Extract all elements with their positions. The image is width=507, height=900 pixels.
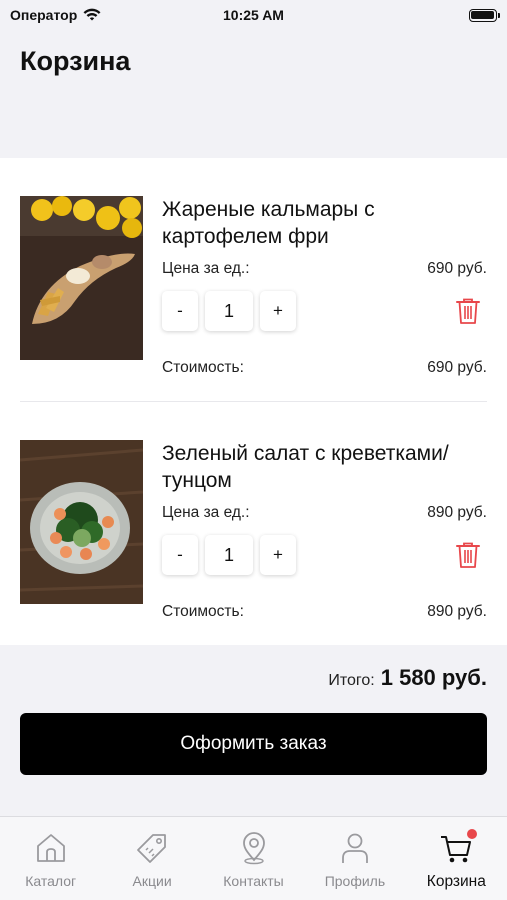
status-time: 10:25 AM — [223, 7, 284, 23]
person-icon — [342, 833, 368, 863]
quantity-value[interactable]: 1 — [205, 291, 253, 331]
total-label: Итого: — [328, 672, 375, 689]
increase-quantity-button[interactable]: + — [260, 535, 296, 575]
total-value: 1 580 руб. — [380, 665, 487, 690]
carrier-label: Оператор — [10, 7, 78, 23]
cost-label: Стоимость: — [162, 603, 244, 620]
cart-item: Зеленый салат с креветками/тунцом Цена з… — [20, 402, 487, 645]
wifi-icon — [83, 8, 101, 21]
tab-catalog[interactable]: Каталог — [0, 817, 101, 900]
trash-icon[interactable] — [455, 541, 481, 569]
cart-icon-wrapper — [439, 829, 478, 865]
header: Корзина — [0, 30, 507, 158]
tab-contacts[interactable]: Контакты — [203, 817, 304, 900]
order-summary: Итого: 1 580 руб. Оформить заказ — [0, 645, 507, 775]
cart-list: Жареные кальмары с картофелем фри Цена з… — [0, 158, 507, 645]
page-title: Корзина — [20, 46, 131, 76]
decrease-quantity-button[interactable]: - — [162, 535, 198, 575]
increase-quantity-button[interactable]: + — [260, 291, 296, 331]
cart-item: Жареные кальмары с картофелем фри Цена з… — [20, 158, 487, 402]
quantity-stepper: - 1 + — [162, 291, 296, 331]
trash-icon[interactable] — [455, 297, 481, 325]
tag-icon — [137, 834, 167, 863]
location-pin-icon — [242, 832, 265, 865]
unit-price-row: Цена за ед.: 890 руб. — [162, 504, 487, 522]
tab-bar: Каталог Акции Контакты Профиль Корзина — [0, 816, 507, 900]
item-info: Жареные кальмары с картофелем фри Цена з… — [162, 196, 487, 377]
quantity-row: - 1 + — [162, 535, 487, 575]
quantity-value[interactable]: 1 — [205, 535, 253, 575]
tab-label: Каталог — [25, 873, 77, 889]
home-icon — [36, 834, 65, 862]
decrease-quantity-button[interactable]: - — [162, 291, 198, 331]
cost-value: 690 руб. — [427, 359, 487, 376]
tab-label: Корзина — [426, 873, 486, 890]
tab-profile[interactable]: Профиль — [304, 817, 405, 900]
item-info: Зеленый салат с креветками/тунцом Цена з… — [162, 440, 487, 621]
cost-row: Стоимость: 890 руб. — [162, 603, 487, 621]
cost-label: Стоимость: — [162, 359, 244, 376]
cart-badge — [467, 829, 478, 839]
unit-price-label: Цена за ед.: — [162, 260, 250, 277]
cost-value: 890 руб. — [427, 603, 487, 620]
battery-icon — [468, 8, 500, 22]
unit-price-value: 890 руб. — [427, 504, 487, 521]
tab-label: Контакты — [223, 873, 284, 889]
quantity-stepper: - 1 + — [162, 535, 296, 575]
checkout-button[interactable]: Оформить заказ — [20, 713, 487, 775]
tab-promotions[interactable]: Акции — [101, 817, 202, 900]
unit-price-label: Цена за ед.: — [162, 504, 250, 521]
tab-label: Профиль — [324, 873, 386, 889]
status-bar: Оператор 10:25 AM — [0, 0, 507, 30]
tab-cart[interactable]: Корзина — [406, 817, 507, 900]
quantity-row: - 1 + — [162, 291, 487, 331]
cost-row: Стоимость: 690 руб. — [162, 359, 487, 377]
tab-label: Акции — [132, 873, 172, 889]
unit-price-value: 690 руб. — [427, 260, 487, 277]
unit-price-row: Цена за ед.: 690 руб. — [162, 260, 487, 278]
item-name: Зеленый салат с креветками/тунцом — [162, 442, 449, 492]
total-row: Итого: 1 580 руб. — [20, 665, 487, 691]
fried-calamari-photo[interactable] — [20, 196, 143, 360]
green-salad-photo[interactable] — [20, 440, 143, 604]
item-name: Жареные кальмары с картофелем фри — [162, 198, 375, 248]
